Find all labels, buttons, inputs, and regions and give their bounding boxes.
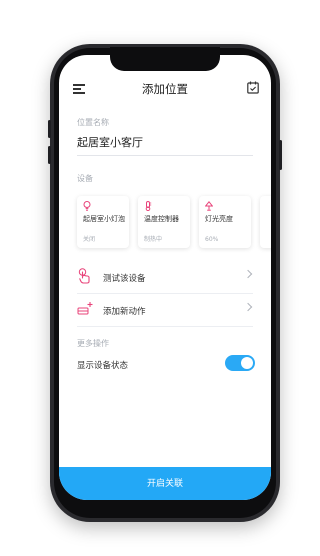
devices-label: 设备 [77,174,93,183]
page-title: 添加位置 [142,82,188,96]
calendar-check-icon[interactable] [247,81,259,94]
add-action-label: 添加新动作 [103,307,146,317]
toggle-knob [241,357,253,369]
location-name-input[interactable]: 起居室小客厅 [77,134,143,150]
thermometer-icon [145,201,152,211]
enable-link-button[interactable]: 开启关联 [59,467,271,500]
volume-up-button [48,120,51,138]
add-action-row[interactable]: 添加新动作 [77,293,253,327]
test-device-label: 测试该设备 [103,274,146,284]
add-action-icon [77,302,93,315]
device-card-lamp[interactable]: 灯光亮度 60% [199,196,251,248]
lamp-icon [205,201,213,211]
test-device-row[interactable]: 测试该设备 [77,260,253,294]
bulb-icon [83,201,91,211]
show-status-label: 显示设备状态 [77,361,129,371]
chevron-right-icon [243,269,253,279]
volume-down-button [48,146,51,164]
input-underline [77,155,253,156]
device-status: 关闭 [83,236,96,243]
more-actions-label: 更多操作 [77,339,109,348]
device-status: 60% [205,236,219,243]
phone-notch [110,47,220,71]
device-name: 灯光亮度 [205,215,233,223]
device-cards: 起居室小灯泡 关闭 温度控制器 制热中 灯光亮度 60% [77,196,271,250]
device-card-thermostat[interactable]: 温度控制器 制热中 [138,196,190,248]
location-label: 位置名称 [77,118,109,127]
show-status-toggle[interactable] [225,355,255,371]
divider [77,326,253,327]
power-button [279,140,282,170]
device-card-bulb[interactable]: 起居室小灯泡 关闭 [77,196,129,248]
device-card-partial[interactable] [260,196,271,248]
enable-link-label: 开启关联 [146,479,183,489]
chevron-right-icon [243,302,253,312]
hand-tap-icon [78,268,90,284]
device-status: 制热中 [144,236,163,243]
device-name: 温度控制器 [144,215,179,223]
device-name: 起居室小灯泡 [83,215,125,223]
app-screen: 添加位置 位置名称 起居室小客厅 设备 起居室小灯泡 关闭 温度控制器 制热中 … [59,55,271,500]
app-header: 添加位置 [59,73,271,107]
